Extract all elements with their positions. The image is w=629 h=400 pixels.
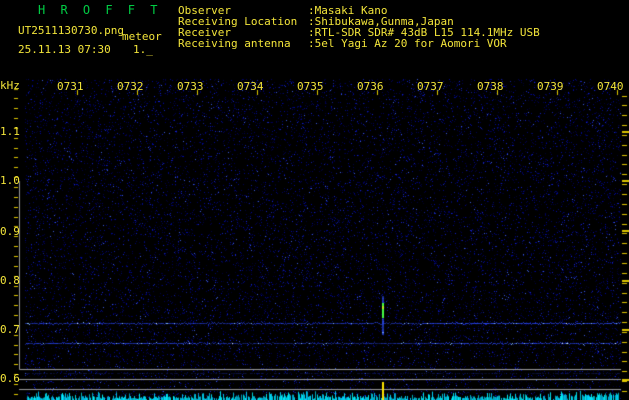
time-axis-label: 0735 xyxy=(297,80,324,93)
receiving-antenna-value: :5el Yagi Az 20 for Aomori VOR xyxy=(308,37,507,50)
freq-axis-label: 0.8 xyxy=(0,274,20,287)
freq-axis-label: 0.7 xyxy=(0,323,20,336)
datetime-label: 25.11.13 07:30 xyxy=(18,43,111,56)
spectrogram-canvas xyxy=(0,0,629,400)
receiving-antenna-label: Receiving antenna xyxy=(178,37,291,50)
freq-axis-label: 0.9 xyxy=(0,225,20,238)
mode-label: meteor xyxy=(122,30,162,43)
time-axis-label: 0733 xyxy=(177,80,204,93)
app-title: H R O F F T xyxy=(38,3,162,17)
counter-label: 1._ xyxy=(133,43,153,56)
time-axis-label: 0734 xyxy=(237,80,264,93)
output-filename: UT2511130730.png xyxy=(18,24,124,37)
time-axis-label: 0731 xyxy=(57,80,84,93)
time-axis-label: 0740 xyxy=(597,80,624,93)
time-axis-label: 0738 xyxy=(477,80,504,93)
freq-axis-label: 1.0 xyxy=(0,174,20,187)
time-axis-label: 0736 xyxy=(357,80,384,93)
freq-axis-label: 1.1 xyxy=(0,125,20,138)
time-axis-label: 0732 xyxy=(117,80,144,93)
freq-axis-unit: kHz xyxy=(0,79,20,92)
freq-axis-label: 0.6 xyxy=(0,372,20,385)
time-axis-label: 0739 xyxy=(537,80,564,93)
time-axis-label: 0737 xyxy=(417,80,444,93)
hrofft-window: H R O F F T UT2511130730.png meteor 25.1… xyxy=(0,0,629,400)
